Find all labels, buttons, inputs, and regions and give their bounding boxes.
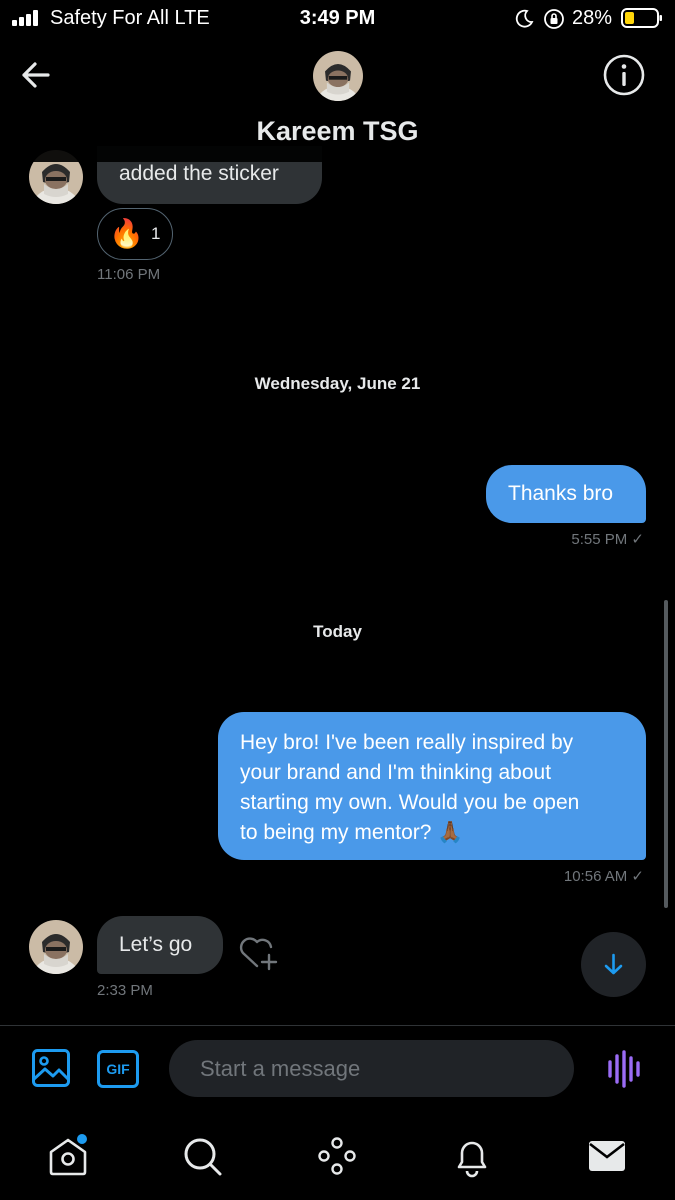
conversation-header: Kareem TSG [0,40,675,162]
info-icon[interactable] [602,53,646,97]
conversation-title: Kareem TSG [256,116,419,146]
reaction-count: 1 [151,224,161,243]
message-timestamp: 5:55 PM ✓ [571,531,644,548]
signal-strength-icon [12,10,42,26]
message-timestamp: 11:06 PM [97,266,161,283]
battery-percentage: 28% [572,7,613,29]
composer-divider [0,1025,675,1026]
message-text: Let’s go [119,933,193,956]
gif-button[interactable]: GIF [97,1050,139,1088]
add-reaction-heart-icon[interactable] [237,933,281,973]
voice-message-icon[interactable] [604,1050,644,1088]
back-arrow-icon[interactable] [18,56,56,94]
sender-avatar[interactable] [29,920,83,974]
carrier-label: Safety For All LTE [50,7,210,29]
outgoing-message-bubble[interactable]: Thanks bro [486,465,646,523]
message-line: to being my mentor? 🙏🏾 [240,821,464,844]
search-icon[interactable] [180,1134,224,1178]
status-bar: Safety For All LTE 3:49 PM 28% [0,0,675,40]
message-text: added the sticker [119,162,279,185]
do-not-disturb-icon [515,9,534,28]
message-timestamp: 10:56 AM ✓ [563,868,644,885]
image-icon[interactable] [31,1048,71,1088]
notifications-bell-icon[interactable] [450,1134,494,1178]
message-line: starting my own. Would you be open [240,791,580,814]
message-input-container[interactable] [169,1040,574,1097]
incoming-message-bubble[interactable]: Let’s go [97,916,223,974]
message-text: Thanks bro [508,482,614,505]
day-separator: Wednesday, June 21 [254,374,421,393]
spaces-icon[interactable] [315,1134,359,1178]
orientation-lock-icon [544,9,564,29]
scrollbar[interactable] [664,600,668,908]
messages-envelope-icon[interactable] [585,1134,629,1178]
message-timestamp: 2:33 PM [97,982,153,999]
message-line: Hey bro! I've been really inspired by [240,731,574,754]
fire-emoji-icon: 🔥 [109,218,144,249]
home-icon[interactable] [46,1134,90,1178]
scroll-to-bottom-button[interactable] [581,932,646,997]
battery-icon [621,8,662,28]
message-line: your brand and I'm thinking about [240,761,552,784]
message-input[interactable] [169,1040,574,1097]
outgoing-message-bubble[interactable]: Hey bro! I've been really inspired by yo… [218,712,646,860]
reaction-pill[interactable]: 🔥 1 [97,208,173,260]
day-separator: Today [313,622,362,641]
header-avatar[interactable] [313,51,363,101]
arrow-down-icon [604,953,623,975]
